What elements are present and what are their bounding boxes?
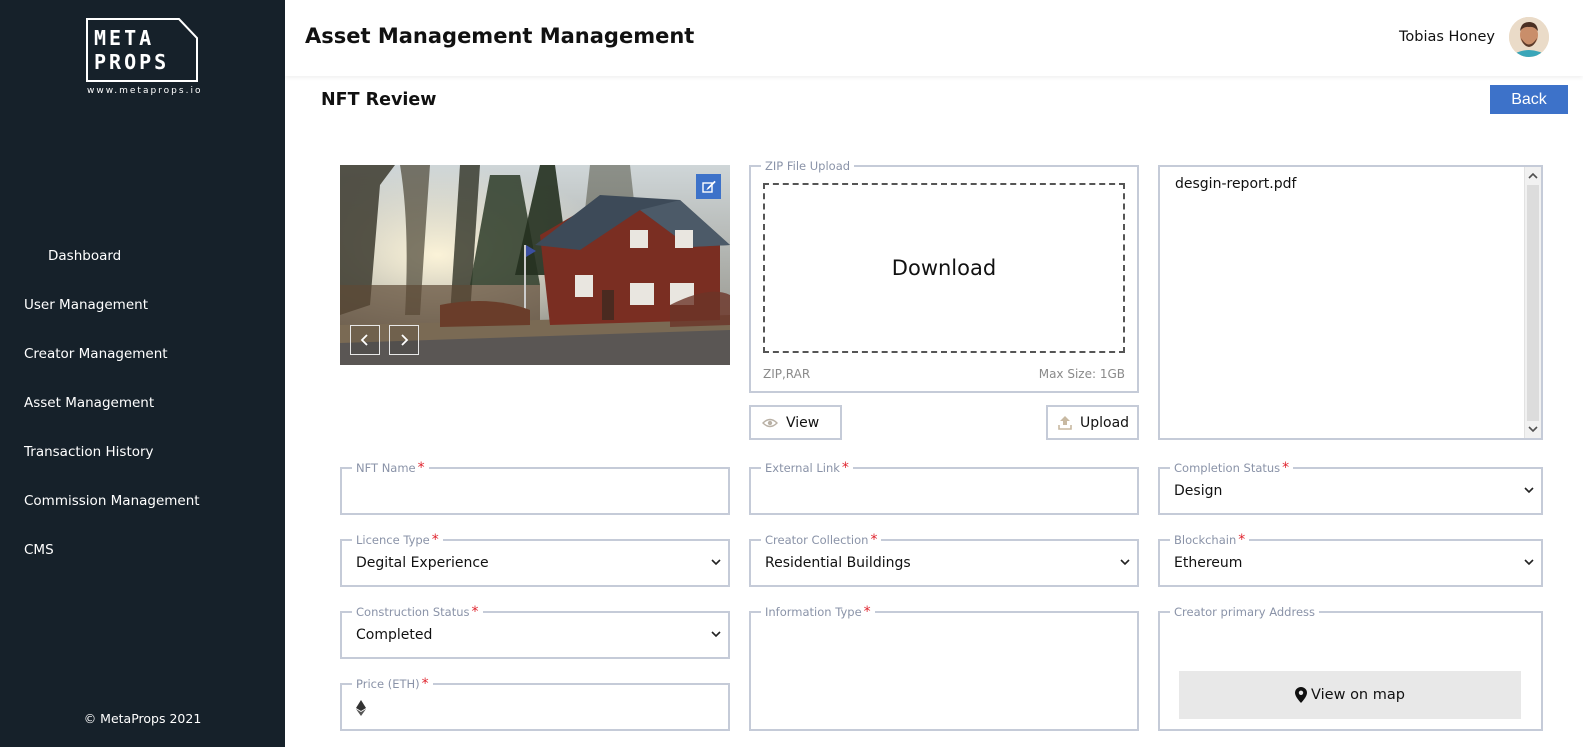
top-header: Asset Management Management Tobias Honey xyxy=(285,0,1583,76)
upload-button-label: Upload xyxy=(1080,414,1130,431)
blockchain-value: Ethereum xyxy=(1174,555,1243,571)
logo-line-1: META xyxy=(94,26,155,50)
chevron-down-icon xyxy=(1524,487,1534,494)
section-title: NFT Review xyxy=(321,90,437,110)
zip-download-area[interactable]: Download xyxy=(763,183,1125,353)
completion-status-label: Completion Status * xyxy=(1170,460,1294,476)
construction-status-select[interactable]: Construction Status * Completed xyxy=(340,604,730,659)
sidebar-item-dashboard[interactable]: Dashboard xyxy=(0,243,285,292)
main-content: NFT Review Back ZIP File Upload Download… xyxy=(285,76,1583,747)
view-on-map-button[interactable]: View on map xyxy=(1179,671,1521,719)
zip-formats: ZIP,RAR xyxy=(763,367,811,381)
copyright: © MetaProps 2021 xyxy=(83,711,202,726)
upload-button[interactable]: Upload xyxy=(1046,405,1139,440)
completion-status-value: Design xyxy=(1174,483,1223,499)
sidebar-nav: Dashboard User Management Creator Manage… xyxy=(0,243,285,586)
price-field[interactable]: Price (ETH) * xyxy=(340,676,730,731)
construction-status-value: Completed xyxy=(356,627,433,643)
scroll-up-icon[interactable] xyxy=(1528,171,1538,181)
sidebar-item-transaction-history[interactable]: Transaction History xyxy=(0,439,285,488)
view-button[interactable]: View xyxy=(749,405,842,440)
logo-mark: META PROPS xyxy=(86,18,198,82)
logo-url: www.metaprops.io xyxy=(87,86,203,96)
zip-upload-legend: ZIP File Upload xyxy=(761,158,855,174)
nft-name-field[interactable]: NFT Name * xyxy=(340,460,730,515)
price-label: Price (ETH) * xyxy=(352,676,433,692)
chevron-down-icon xyxy=(1120,559,1130,566)
creator-collection-select[interactable]: Creator Collection * Residential Building… xyxy=(749,532,1139,587)
view-button-label: View xyxy=(786,414,820,431)
licence-type-label: Licence Type * xyxy=(352,532,443,548)
licence-type-value: Degital Experience xyxy=(356,555,489,571)
zip-max-size: Max Size: 1GB xyxy=(1038,367,1125,381)
sidebar-item-commission-management[interactable]: Commission Management xyxy=(0,488,285,537)
user-name[interactable]: Tobias Honey xyxy=(1399,29,1495,45)
sidebar-item-creator-management[interactable]: Creator Management xyxy=(0,341,285,390)
chevron-down-icon xyxy=(1524,559,1534,566)
creator-address-label: Creator primary Address xyxy=(1170,604,1320,620)
creator-collection-value: Residential Buildings xyxy=(765,555,911,571)
completion-status-select[interactable]: Completion Status * Design xyxy=(1158,460,1543,515)
creator-address-panel: Creator primary Address View on map xyxy=(1158,604,1543,731)
carousel-next-button[interactable] xyxy=(389,325,419,355)
sidebar-item-asset-management[interactable]: Asset Management xyxy=(0,390,285,439)
logo-text: META PROPS xyxy=(94,26,169,74)
property-image-carousel xyxy=(340,165,730,365)
external-link-field[interactable]: External Link * xyxy=(749,460,1139,515)
back-button[interactable]: Back xyxy=(1490,85,1568,114)
sidebar-item-cms[interactable]: CMS xyxy=(0,537,285,586)
sidebar: META PROPS www.metaprops.io Dashboard Us… xyxy=(0,0,285,747)
file-item[interactable]: desgin-report.pdf xyxy=(1175,176,1296,192)
upload-icon xyxy=(1058,416,1072,430)
information-type-field[interactable]: Information Type * xyxy=(749,604,1139,731)
chevron-right-icon xyxy=(401,334,409,346)
metaprops-logo[interactable]: META PROPS www.metaprops.io xyxy=(86,18,202,96)
chevron-down-icon xyxy=(711,631,721,638)
eye-icon xyxy=(762,418,778,427)
file-list[interactable]: desgin-report.pdf xyxy=(1158,165,1543,440)
edit-icon xyxy=(701,180,716,193)
blockchain-select[interactable]: Blockchain * Ethereum xyxy=(1158,532,1543,587)
avatar[interactable] xyxy=(1509,17,1549,57)
file-list-scrollbar[interactable] xyxy=(1524,167,1541,438)
logo-line-2: PROPS xyxy=(94,50,170,74)
chevron-left-icon xyxy=(360,334,368,346)
chevron-down-icon xyxy=(711,559,721,566)
sidebar-item-user-management[interactable]: User Management xyxy=(0,292,285,341)
information-type-label: Information Type * xyxy=(761,604,875,620)
creator-collection-label: Creator Collection * xyxy=(761,532,882,548)
nft-name-label: NFT Name * xyxy=(352,460,429,476)
carousel-prev-button[interactable] xyxy=(350,325,380,355)
external-link-label: External Link * xyxy=(761,460,853,476)
view-on-map-label: View on map xyxy=(1311,687,1405,703)
ethereum-icon xyxy=(356,700,366,716)
map-marker-icon xyxy=(1295,687,1308,703)
zip-upload-panel: ZIP File Upload Download ZIP,RAR Max Siz… xyxy=(749,158,1139,393)
page-title: Asset Management Management xyxy=(305,24,695,48)
edit-image-button[interactable] xyxy=(696,174,721,199)
construction-status-label: Construction Status * xyxy=(352,604,483,620)
licence-type-select[interactable]: Licence Type * Degital Experience xyxy=(340,532,730,587)
scroll-down-icon[interactable] xyxy=(1528,424,1538,434)
scroll-thumb[interactable] xyxy=(1527,185,1539,421)
blockchain-label: Blockchain * xyxy=(1170,532,1250,548)
